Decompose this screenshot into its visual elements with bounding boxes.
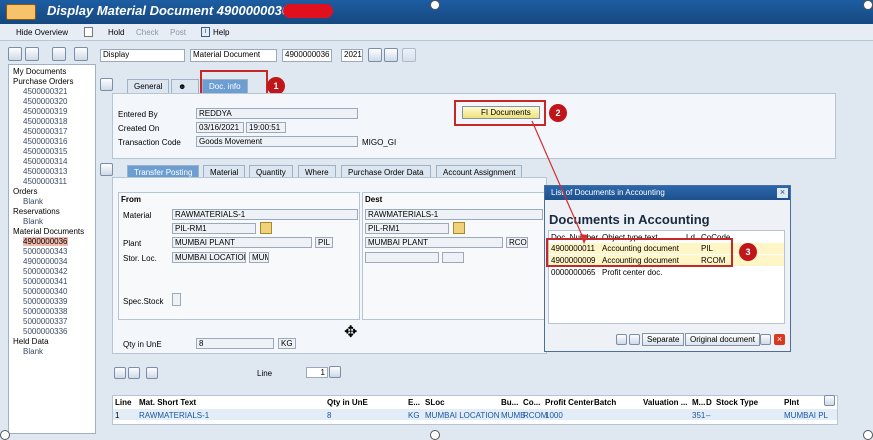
annotation-arrow xyxy=(531,120,588,244)
resize-handle-bm[interactable] xyxy=(430,430,440,440)
resize-handle-tr[interactable] xyxy=(863,0,873,10)
resize-handle-tm[interactable] xyxy=(430,0,440,10)
resize-handle-bl[interactable] xyxy=(0,430,10,440)
resize-handle-br[interactable] xyxy=(863,430,873,440)
move-cursor-icon: ✥ xyxy=(344,324,358,341)
